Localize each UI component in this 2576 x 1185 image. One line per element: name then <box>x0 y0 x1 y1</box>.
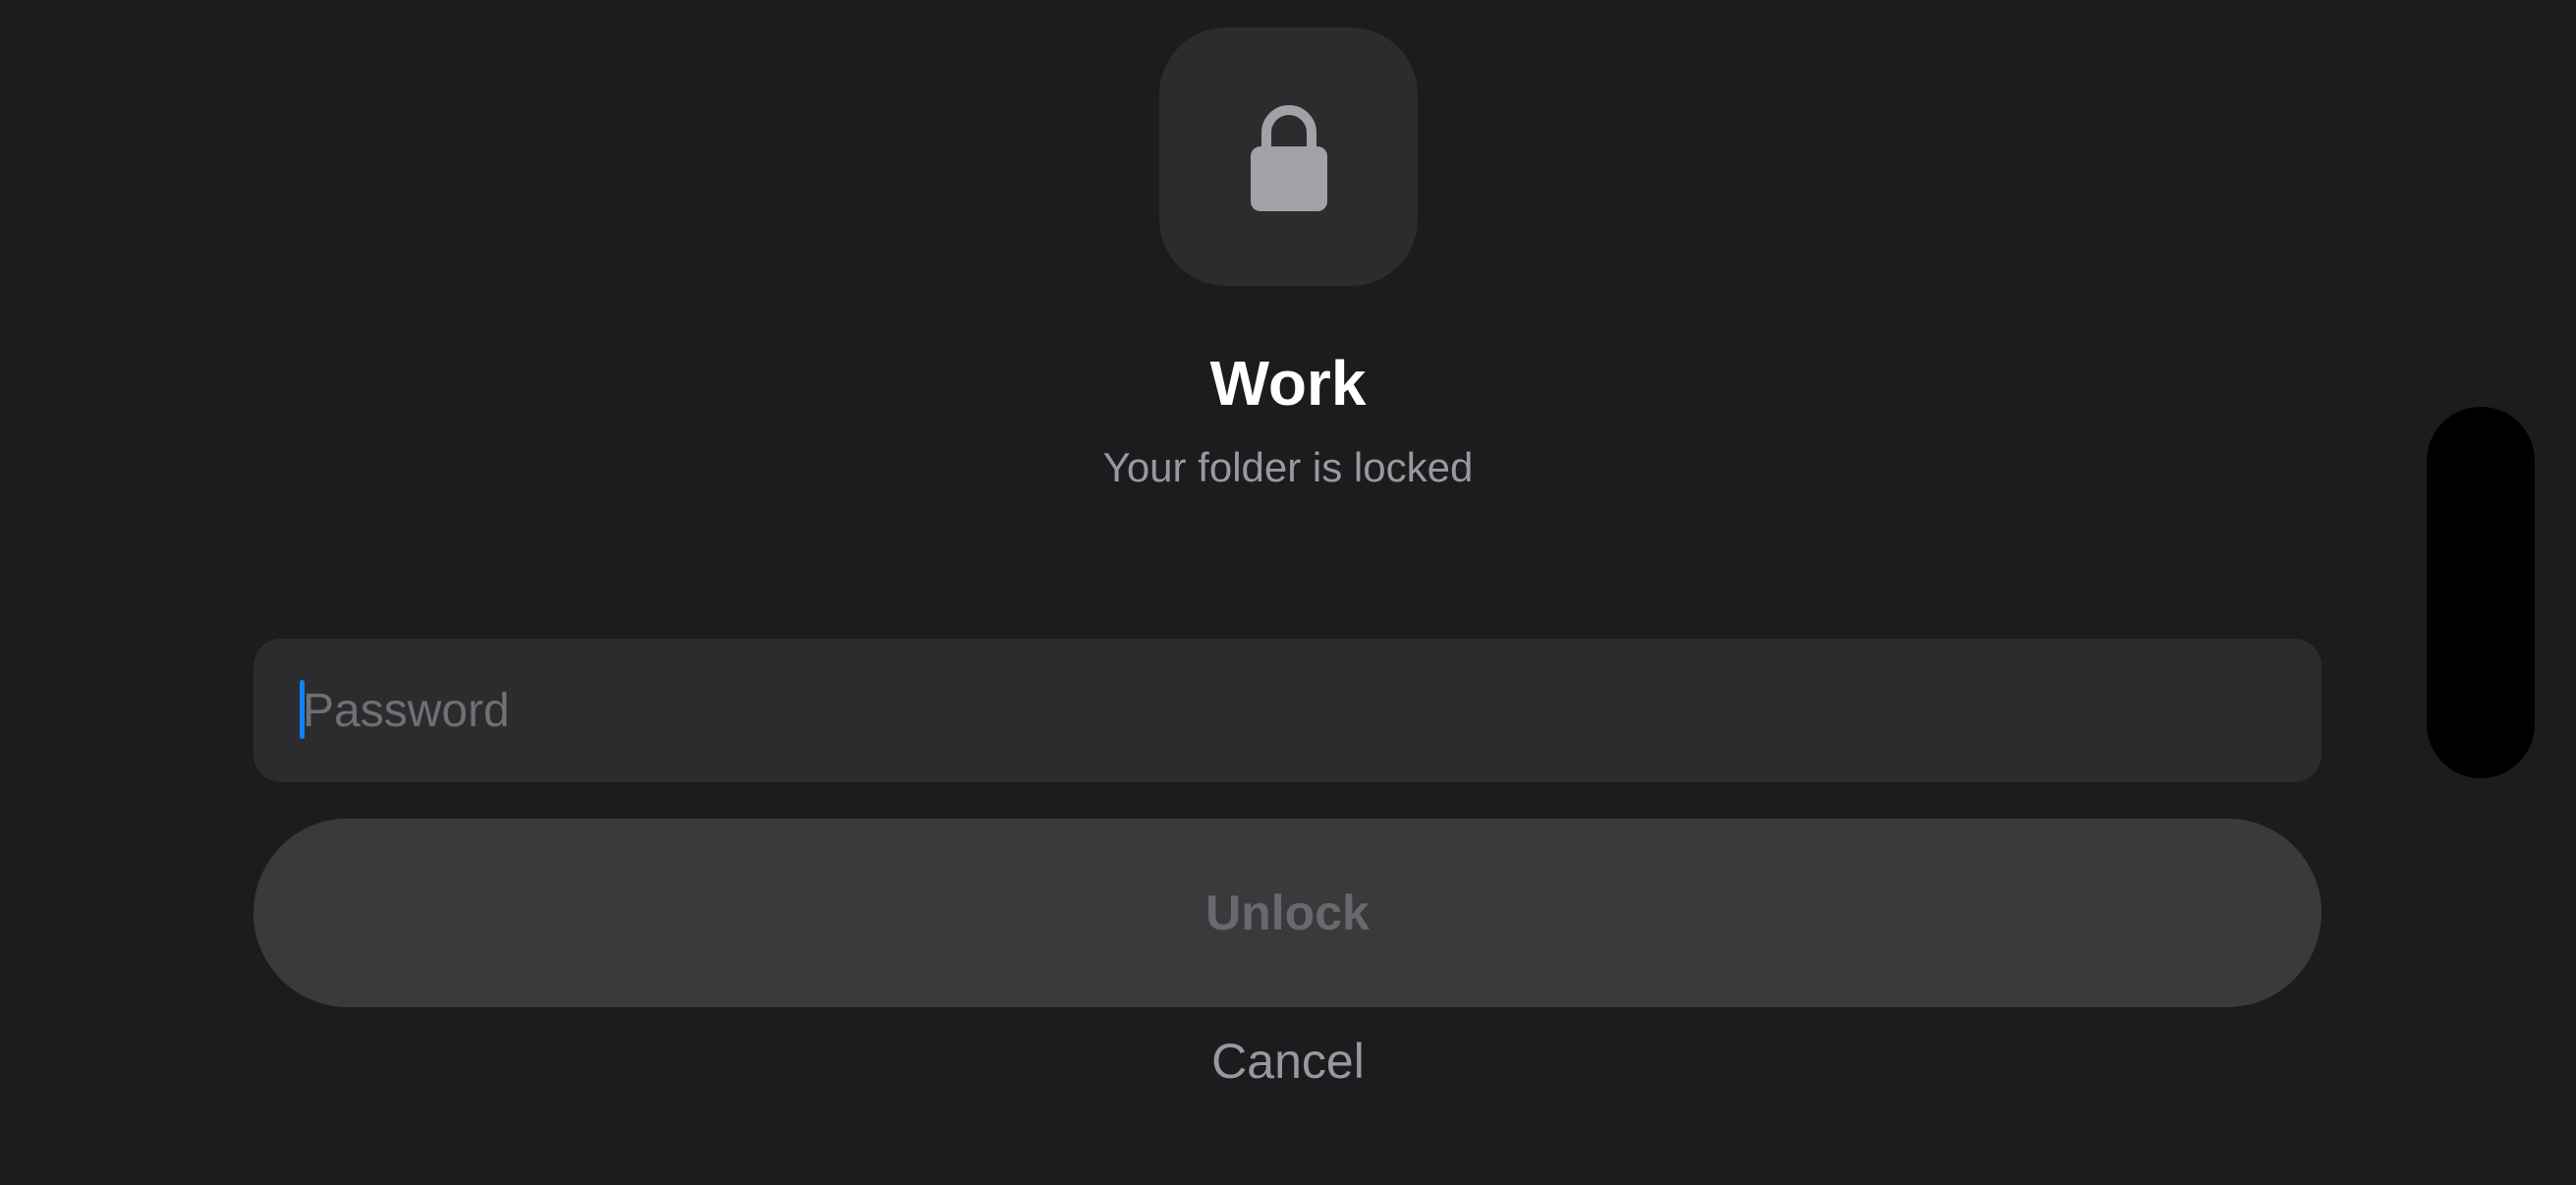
lock-tile <box>1159 28 1418 286</box>
unlock-button[interactable]: Unlock <box>253 818 2322 1007</box>
lock-icon <box>1250 103 1327 211</box>
locked-folder-screen: Work Your folder is locked Unlock Cancel <box>0 0 2576 1185</box>
side-pill-handle <box>2427 407 2535 778</box>
cancel-button[interactable]: Cancel <box>1092 1022 1484 1100</box>
folder-title: Work <box>1209 348 1367 419</box>
password-input[interactable] <box>303 639 2287 782</box>
locked-status-text: Your folder is locked <box>1102 444 1474 490</box>
password-field[interactable] <box>253 639 2322 782</box>
